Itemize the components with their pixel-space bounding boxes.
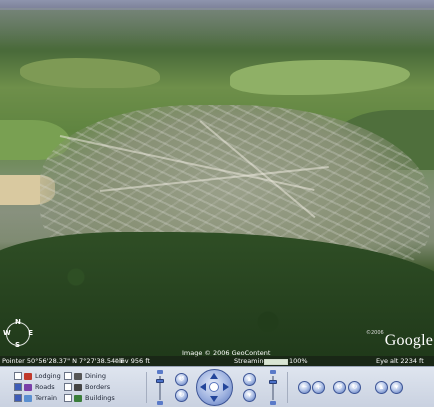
- rotate-right-button[interactable]: ↻: [175, 389, 188, 402]
- layer-checkbox[interactable]: [14, 383, 22, 391]
- horizon-haze: [0, 8, 434, 48]
- layer-item-dining[interactable]: Dining: [64, 371, 106, 382]
- zoom-slider-top: [270, 370, 276, 374]
- tilt-view-down-button[interactable]: ▾: [390, 381, 403, 394]
- rotate-view-left-button[interactable]: ↺: [333, 381, 346, 394]
- compass-icon[interactable]: N S W E: [3, 319, 33, 349]
- bed-icon: [24, 372, 32, 380]
- border-icon: [74, 383, 82, 391]
- layer-label: Lodging: [35, 372, 61, 380]
- zoom-slider-bottom: [270, 401, 276, 405]
- layer-checkbox[interactable]: [14, 372, 22, 380]
- pan-down-arrow-icon[interactable]: [210, 396, 218, 402]
- fork-knife-icon: [74, 372, 82, 380]
- logo-copyright: ©2006: [366, 330, 384, 336]
- terrain-field: [230, 60, 410, 95]
- zoom-slider-handle[interactable]: [269, 380, 277, 384]
- layer-label: Buildings: [85, 394, 115, 402]
- status-bar: Pointer 50°56'28.37" N 7°27'38.54" E ele…: [0, 356, 434, 366]
- layers-panel: Lodging Roads Terrain Dining Borders Building…: [14, 371, 154, 405]
- zoom-out-button[interactable]: −: [298, 381, 311, 394]
- layer-item-terrain[interactable]: Terrain: [14, 393, 57, 404]
- zoom-in-button[interactable]: +: [312, 381, 325, 394]
- tilt-up-button[interactable]: ▴: [243, 373, 256, 386]
- zoom-slider[interactable]: [269, 370, 277, 406]
- rotate-left-button[interactable]: ↺: [175, 373, 188, 386]
- pan-up-arrow-icon[interactable]: [210, 373, 218, 379]
- layer-label: Borders: [85, 383, 111, 391]
- tilt-slider-bottom: [157, 401, 163, 405]
- road-icon: [24, 383, 32, 391]
- divider: [146, 372, 147, 403]
- control-panel: Lodging Roads Terrain Dining Borders Building…: [0, 366, 434, 407]
- compass-west-label: W: [3, 329, 11, 337]
- layer-checkbox[interactable]: [64, 394, 72, 402]
- eye-altitude-readout: Eye alt 2234 ft: [376, 357, 424, 365]
- tilt-down-button[interactable]: ▾: [243, 389, 256, 402]
- logo-text: Google: [384, 332, 434, 349]
- compass-east-label: E: [28, 329, 33, 337]
- compass-north-label: N: [15, 318, 21, 326]
- pan-left-arrow-icon[interactable]: [200, 383, 206, 391]
- tilt-view-up-button[interactable]: ▴: [375, 381, 388, 394]
- layer-item-roads[interactable]: Roads: [14, 382, 55, 393]
- layer-item-borders[interactable]: Borders: [64, 382, 110, 393]
- google-logo: ©2006Google: [366, 330, 433, 350]
- pointer-coordinates: Pointer 50°56'28.37" N 7°27'38.54" E: [2, 357, 125, 365]
- tilt-slider-top: [157, 370, 163, 374]
- layer-item-buildings[interactable]: Buildings: [64, 393, 115, 404]
- layer-checkbox[interactable]: [64, 383, 72, 391]
- layer-label: Roads: [35, 383, 55, 391]
- layer-item-lodging[interactable]: Lodging: [14, 371, 61, 382]
- google-earth-window: N S W E ©2006Google Image © 2006 GeoCont…: [0, 0, 434, 407]
- 3d-viewport[interactable]: N S W E ©2006Google Image © 2006 GeoCont…: [0, 0, 434, 366]
- layer-label: Terrain: [35, 394, 58, 402]
- building-icon: [74, 394, 82, 402]
- streaming-label: Streaming: [234, 357, 268, 365]
- navigation-pad[interactable]: [196, 369, 233, 406]
- pan-right-arrow-icon[interactable]: [223, 383, 229, 391]
- layer-label: Dining: [85, 372, 106, 380]
- streaming-progress-bar: [264, 359, 288, 365]
- rotate-view-right-button[interactable]: ↻: [348, 381, 361, 394]
- elevation-readout: elev 956 ft: [115, 357, 150, 365]
- navigation-center-button[interactable]: [209, 382, 219, 392]
- streaming-progress-fill: [265, 360, 287, 364]
- terrain-field: [20, 58, 160, 88]
- layer-checkbox[interactable]: [64, 372, 72, 380]
- divider: [287, 372, 288, 403]
- tilt-slider-handle[interactable]: [156, 379, 164, 383]
- streaming-percent: 100%: [289, 357, 308, 365]
- compass-south-label: S: [15, 341, 21, 349]
- tilt-slider[interactable]: [156, 370, 164, 406]
- layer-checkbox[interactable]: [14, 394, 22, 402]
- terrain-icon: [24, 394, 32, 402]
